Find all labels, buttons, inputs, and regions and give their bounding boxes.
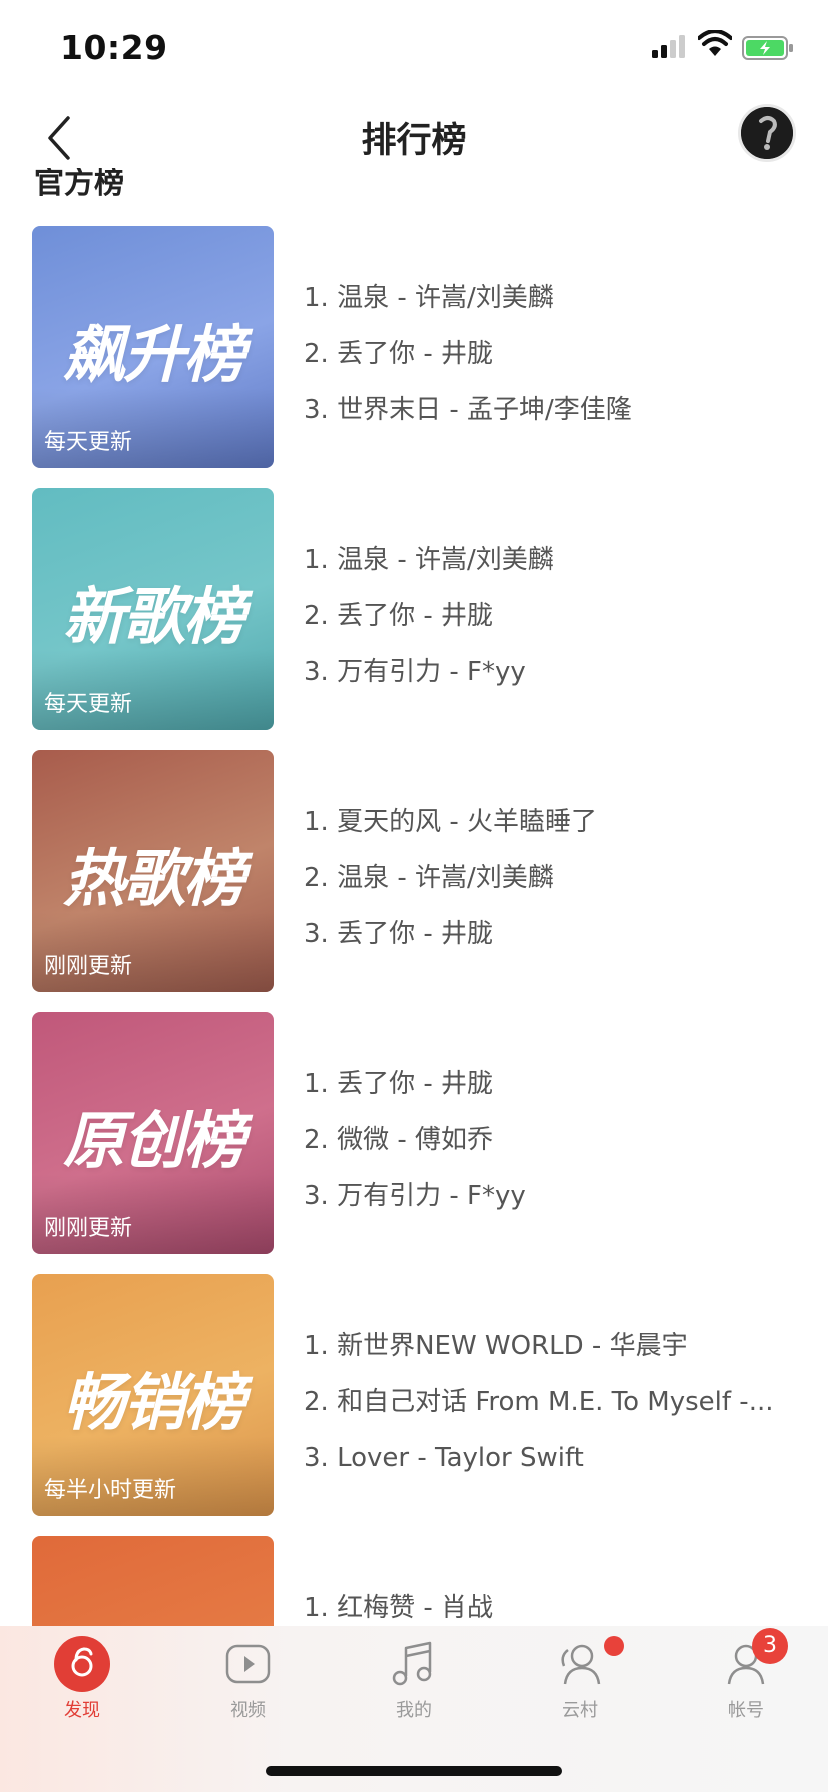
video-icon <box>225 1644 271 1684</box>
chart-cover[interactable]: 飙升榜每天更新 <box>32 226 274 468</box>
tab-discover[interactable]: 发现 <box>22 1626 142 1756</box>
top-songs: 1. 温泉 - 许嵩/刘美麟 2. 丢了你 - 井胧 3. 世界末日 - 孟子坤/李… <box>304 270 824 438</box>
song-entry: 3. 万有引力 - F*yy <box>304 657 526 687</box>
song-entry: 3. 世界末日 - 孟子坤/李佳隆 <box>304 395 632 425</box>
song-entry: 1. 温泉 - 许嵩/刘美麟 <box>304 283 554 313</box>
song-entry: 1. 新世界NEW WORLD - 华晨宇 <box>304 1331 688 1361</box>
chart-list: 飙升榜每天更新 1. 温泉 - 许嵩/刘美麟 2. 丢了你 - 井胧 3. 世界末日 … <box>0 226 828 1626</box>
account-badge: 3 <box>752 1628 788 1664</box>
community-icon <box>561 1644 601 1685</box>
song-entry: 3. Lover - Taylor Swift <box>304 1443 584 1473</box>
tab-label: 云村 <box>562 1700 598 1721</box>
top-songs: 1. 夏天的风 - 火羊瞌睡了 2. 温泉 - 许嵩/刘美麟 3. 丢了你 - 井胧 <box>304 794 824 962</box>
song-entry: 3. 丢了你 - 井胧 <box>304 919 493 949</box>
update-frequency: 刚刚更新 <box>44 954 133 979</box>
nav-bar: 排行榜 <box>0 98 828 182</box>
notification-dot <box>604 1636 624 1656</box>
avatar[interactable] <box>738 104 796 162</box>
top-songs: 1. 温泉 - 许嵩/刘美麟 2. 丢了你 - 井胧 3. 万有引力 - F*yy <box>304 532 824 700</box>
chart-cover[interactable]: 畅销榜每半小时更新 <box>32 1274 274 1516</box>
discover-icon <box>54 1636 110 1692</box>
chart-item[interactable]: 畅销榜每半小时更新 1. 新世界NEW WORLD - 华晨宇 2. 和自己对话 F… <box>32 1274 828 1516</box>
chart-item[interactable]: 飙升榜每天更新 1. 温泉 - 许嵩/刘美麟 2. 丢了你 - 井胧 3. 世界末日 … <box>32 226 828 468</box>
wifi-icon <box>698 30 732 56</box>
top-songs: 1. 丢了你 - 井胧 2. 微微 - 傅如乔 3. 万有引力 - F*yy <box>304 1056 824 1224</box>
status-time: 10:29 <box>60 28 168 67</box>
chart-logo: 飙升榜 <box>62 318 245 391</box>
top-songs: 1. 新世界NEW WORLD - 华晨宇 2. 和自己对话 From M.E. … <box>304 1318 824 1486</box>
tab-label: 发现 <box>64 1700 100 1721</box>
update-frequency: 每天更新 <box>44 430 133 455</box>
song-entry: 2. 丢了你 - 井胧 <box>304 601 493 631</box>
song-entry: 1. 红梅赞 - 肖战 <box>304 1593 493 1623</box>
song-entry: 2. 微微 - 傅如乔 <box>304 1125 493 1155</box>
chart-cover[interactable]: 新歌榜每天更新 <box>32 488 274 730</box>
chart-logo: 原创榜 <box>62 1104 245 1177</box>
section-title: 官方榜 <box>34 168 124 201</box>
home-indicator <box>266 1766 562 1776</box>
chart-cover[interactable]: 热歌榜刚刚更新 <box>32 750 274 992</box>
chart-logo: 热歌榜 <box>62 842 245 915</box>
tab-mine[interactable]: 我的 <box>354 1626 474 1756</box>
tab-label: 帐号 <box>728 1700 764 1721</box>
update-frequency: 每半小时更新 <box>44 1478 177 1503</box>
chart-logo: 新歌榜 <box>62 580 245 653</box>
song-entry: 2. 丢了你 - 井胧 <box>304 339 493 369</box>
top-songs: 1. 红梅赞 - 肖战 <box>304 1580 824 1626</box>
avatar-image <box>741 107 793 159</box>
song-entry: 1. 丢了你 - 井胧 <box>304 1069 493 1099</box>
song-entry: 2. 温泉 - 许嵩/刘美麟 <box>304 863 554 893</box>
page-title: 排行榜 <box>361 121 467 161</box>
music-icon <box>392 1641 432 1686</box>
chart-item[interactable]: 1. 红梅赞 - 肖战 <box>32 1536 828 1626</box>
status-bar: 10:29 <box>0 0 828 98</box>
chart-cover[interactable] <box>32 1536 274 1626</box>
update-frequency: 刚刚更新 <box>44 1216 133 1241</box>
tab-label: 视频 <box>230 1700 266 1721</box>
update-frequency: 每天更新 <box>44 692 133 717</box>
cellular-signal-icon <box>652 35 685 58</box>
song-entry: 3. 万有引力 - F*yy <box>304 1181 526 1211</box>
tab-label: 我的 <box>396 1700 432 1721</box>
chart-item[interactable]: 热歌榜刚刚更新 1. 夏天的风 - 火羊瞌睡了 2. 温泉 - 许嵩/刘美麟 3. 丢… <box>32 750 828 992</box>
song-entry: 1. 温泉 - 许嵩/刘美麟 <box>304 545 554 575</box>
song-entry: 2. 和自己对话 From M.E. To Myself -... <box>304 1387 774 1417</box>
chart-logo: 畅销榜 <box>62 1366 245 1439</box>
song-entry: 1. 夏天的风 - 火羊瞌睡了 <box>304 807 597 837</box>
tab-account[interactable]: 帐号 <box>686 1626 806 1756</box>
chart-cover[interactable]: 原创榜刚刚更新 <box>32 1012 274 1254</box>
tab-video[interactable]: 视频 <box>188 1626 308 1756</box>
battery-charging-icon <box>742 36 793 60</box>
chart-item[interactable]: 新歌榜每天更新 1. 温泉 - 许嵩/刘美麟 2. 丢了你 - 井胧 3. 万有引力 … <box>32 488 828 730</box>
chart-item[interactable]: 原创榜刚刚更新 1. 丢了你 - 井胧 2. 微微 - 傅如乔 3. 万有引力 - F… <box>32 1012 828 1254</box>
